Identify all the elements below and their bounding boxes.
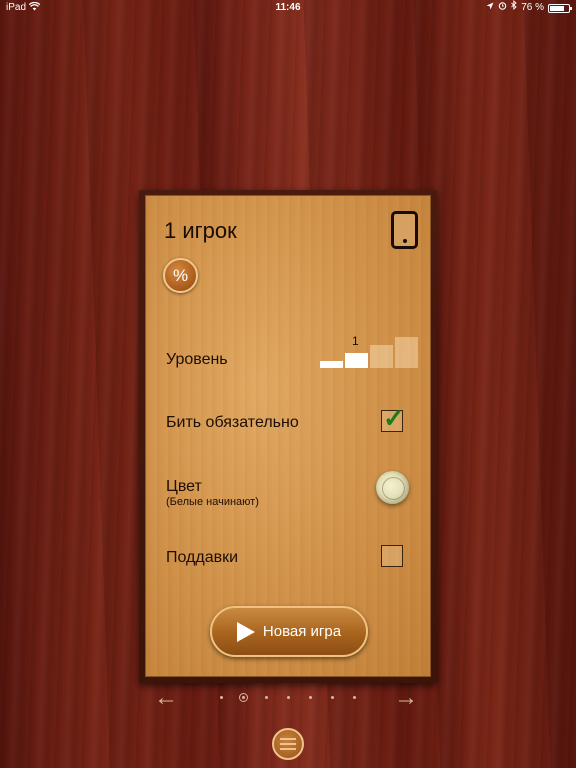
mandatory-capture-label: Бить обязательно [166,414,299,431]
page-dot-current[interactable] [239,693,248,702]
level-label: Уровень [166,351,228,368]
giveaway-checkbox[interactable] [381,545,403,567]
arrow-right-icon[interactable]: → [394,684,418,712]
battery-percent: 76 % [521,2,544,13]
page-dot[interactable] [353,696,356,699]
status-bar: iPad 11:46 76 % [0,0,576,16]
page-dot[interactable] [331,696,334,699]
page-dot[interactable] [220,696,223,699]
color-sublabel: (Белые начинают) [166,496,259,508]
battery-icon [548,4,572,13]
menu-icon-line [280,743,296,745]
level-bar-3[interactable] [370,345,393,368]
play-icon [236,621,255,642]
new-game-button[interactable]: Новая игра [210,606,368,657]
color-label: Цвет [166,478,202,495]
page-dot[interactable] [287,696,290,699]
level-bar-2[interactable] [345,353,368,368]
status-right: 76 % [486,0,572,16]
giveaway-label: Поддавки [166,549,239,566]
level-bar-4[interactable] [395,337,418,368]
menu-icon-line [280,738,296,740]
alarm-icon [498,0,507,16]
page-indicator: ← → [150,684,426,711]
mandatory-capture-checkbox[interactable]: ✓ [381,403,405,433]
white-piece-toggle[interactable] [376,471,409,504]
page-dot[interactable] [265,696,268,699]
panel-title: 1 игрок [164,218,237,243]
location-icon [486,0,494,16]
page-dot[interactable] [309,696,312,699]
arrow-left-icon[interactable]: ← [154,684,178,712]
level-bar-1[interactable] [320,361,343,368]
checkmark-icon: ✓ [383,403,405,433]
new-game-label: Новая игра [262,623,342,640]
level-number: 1 [352,334,359,348]
menu-icon-line [280,748,296,750]
level-selector[interactable]: 1 [320,334,420,368]
menu-button[interactable] [272,728,304,760]
bluetooth-icon [511,0,517,16]
tablet-icon[interactable] [391,211,418,249]
statistics-button[interactable]: % [163,258,198,293]
